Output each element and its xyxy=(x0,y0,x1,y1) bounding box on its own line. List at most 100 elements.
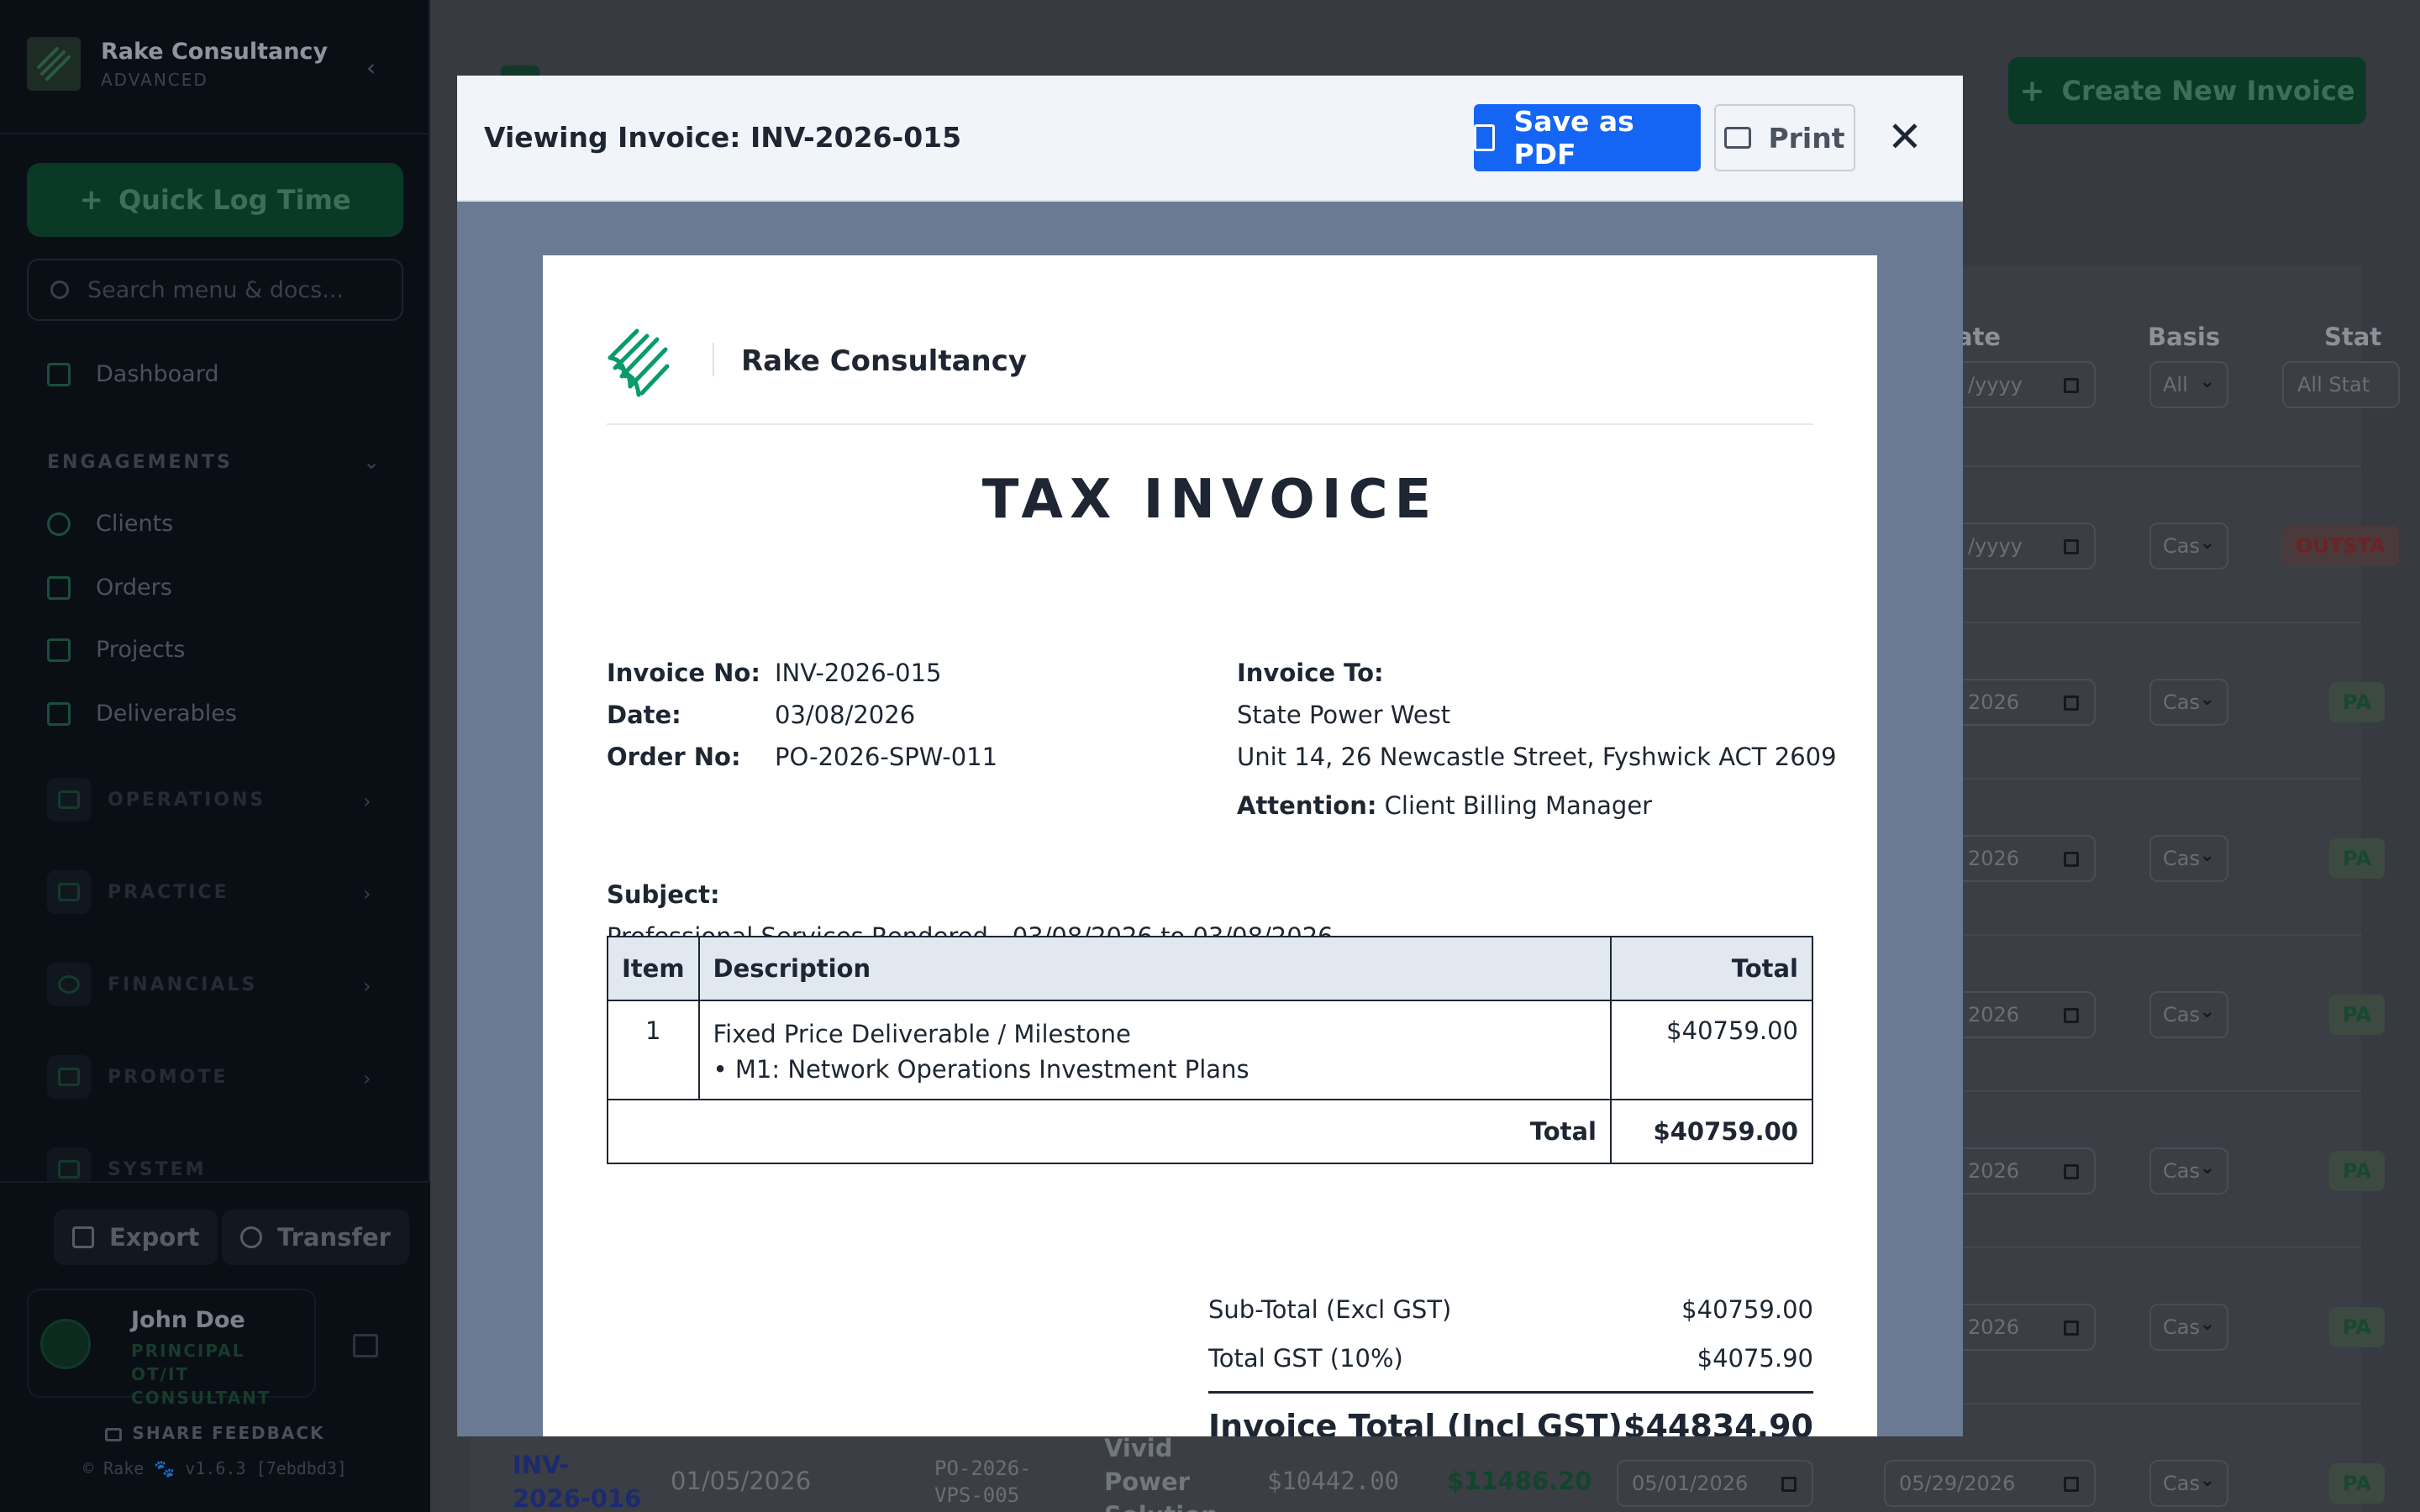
user-card[interactable]: John Doe PRINCIPAL OT/IT CONSULTANT xyxy=(27,1289,316,1408)
avatar xyxy=(40,1319,91,1369)
basis-select[interactable]: Cas ⌄ xyxy=(2149,1147,2228,1194)
basis-filter-select[interactable]: All ⌄ xyxy=(2149,361,2228,408)
subtotal-value: $40759.00 xyxy=(1681,1295,1813,1324)
basis-select[interactable]: Cas ⌄ xyxy=(2149,835,2228,882)
search-icon xyxy=(50,281,69,299)
date-value: 03/08/2026 xyxy=(775,701,916,729)
column-header-total: Total xyxy=(1610,936,1813,1001)
chevron-right-icon: › xyxy=(363,882,371,906)
plus-icon: + xyxy=(2019,73,2045,108)
brand[interactable]: Rake Consultancy ADVANCED xyxy=(27,37,328,91)
collapse-sidebar-icon[interactable]: ‹ xyxy=(366,54,376,81)
column-header-basis[interactable]: Basis xyxy=(2148,323,2220,351)
quick-log-time-button[interactable]: + Quick Log Time xyxy=(27,163,403,237)
calendar-icon xyxy=(2064,378,2079,393)
group-financials[interactable]: FINANCIALS xyxy=(47,963,257,1006)
invoice-no-label: Invoice No: xyxy=(607,659,760,687)
table-row: 1 Fixed Price Deliverable / Milestone • … xyxy=(607,1000,1813,1100)
modal-title: Viewing Invoice: INV-2026-015 xyxy=(484,121,962,154)
calendar-icon xyxy=(2064,1320,2079,1336)
sidebar-item-label: Orders xyxy=(96,575,172,601)
chevron-down-icon: ⌄ xyxy=(2199,689,2215,710)
export-button[interactable]: Export xyxy=(54,1210,218,1265)
chevron-down-icon: ⌄ xyxy=(2199,845,2215,866)
status-badge: PA xyxy=(2329,682,2385,722)
basis-select[interactable]: Cas ⌄ xyxy=(2149,1304,2228,1351)
invoice-number-link[interactable]: INV- 2026-016 xyxy=(513,1448,641,1512)
section-engagements[interactable]: ENGAGEMENTS xyxy=(47,452,233,473)
plus-icon: + xyxy=(79,183,103,217)
file-download-icon xyxy=(1474,124,1496,151)
operations-icon xyxy=(47,778,91,822)
practice-icon xyxy=(47,870,91,914)
basis-select[interactable]: Cas ⌄ xyxy=(2149,679,2228,726)
sidebar-item-deliverables[interactable]: Deliverables xyxy=(47,701,237,727)
invoice-no-value: INV-2026-015 xyxy=(775,659,942,687)
dashboard-icon xyxy=(47,362,71,386)
client-name: Vivid Power Solution xyxy=(1104,1434,1218,1512)
item-number: 1 xyxy=(607,1000,700,1100)
status-badge: PA xyxy=(2329,838,2385,879)
divider xyxy=(607,423,1813,425)
issued-date-input[interactable]: 05/01/2026 xyxy=(1617,1460,1813,1507)
grand-total-label: Invoice Total (Incl GST) xyxy=(1208,1408,1623,1436)
print-button[interactable]: Print xyxy=(1714,104,1855,171)
order-no-value: PO-2026-SPW-011 xyxy=(775,743,998,771)
sidebar-item-dashboard[interactable]: Dashboard xyxy=(47,361,218,387)
basis-select[interactable]: Cas ⌄ xyxy=(2149,522,2228,570)
basis-select[interactable]: Cas ⌄ xyxy=(2149,991,2228,1038)
invoice-document: Rake Consultancy TAX INVOICE Invoice No:… xyxy=(543,255,1877,1436)
invoice-date: 01/05/2026 xyxy=(671,1467,812,1495)
group-operations[interactable]: OPERATIONS xyxy=(47,778,266,822)
status-badge: PA xyxy=(2329,1307,2385,1347)
checklist-icon xyxy=(47,701,71,726)
gst-value: $4075.90 xyxy=(1697,1344,1813,1373)
document-title: TAX INVOICE xyxy=(981,469,1439,531)
invoice-amount: $10442.00 xyxy=(1267,1467,1400,1495)
item-description: Fixed Price Deliverable / Milestone • M1… xyxy=(697,1000,1612,1100)
share-feedback-link[interactable]: SHARE FEEDBACK xyxy=(0,1423,430,1443)
sidebar-item-projects[interactable]: Projects xyxy=(47,637,185,663)
close-icon[interactable]: ✕ xyxy=(1884,116,1926,158)
client-address: Unit 14, 26 Newcastle Street, Fyshwick A… xyxy=(1237,743,1837,771)
column-header-item: Item xyxy=(607,936,700,1001)
attention-line: Attention: Client Billing Manager xyxy=(1237,791,1653,820)
calendar-icon xyxy=(2064,1164,2079,1179)
group-practice[interactable]: PRACTICE xyxy=(47,870,229,914)
sidebar-item-clients[interactable]: Clients xyxy=(47,511,173,537)
chevron-down-icon: ⌄ xyxy=(2199,1470,2215,1491)
promote-icon xyxy=(47,1055,91,1099)
client-name: State Power West xyxy=(1237,701,1451,729)
chevron-down-icon: ⌄ xyxy=(2199,1314,2215,1335)
column-header-status[interactable]: Stat xyxy=(2324,323,2381,351)
brand-logo-icon xyxy=(27,37,81,91)
briefcase-icon xyxy=(47,638,71,662)
invoice-total: $11486.20 xyxy=(1447,1467,1592,1495)
transfer-button[interactable]: Transfer xyxy=(222,1210,409,1265)
chevron-right-icon: › xyxy=(363,1067,371,1090)
table-header-row: Item Description Total xyxy=(607,936,1813,1001)
status-filter-select[interactable]: All Stat xyxy=(2282,361,2400,408)
create-new-invoice-button[interactable]: + Create New Invoice xyxy=(2008,57,2366,124)
sidebar-item-label: Deliverables xyxy=(96,701,237,727)
share-icon xyxy=(240,1226,262,1248)
status-badge: OUTSTA xyxy=(2282,526,2399,566)
chevron-down-icon[interactable]: ⌄ xyxy=(363,450,380,474)
footer-total-label: Total xyxy=(607,1099,1612,1164)
logout-icon[interactable] xyxy=(353,1334,378,1357)
sidebar-search-input[interactable]: Search menu & docs... xyxy=(27,259,403,321)
search-placeholder: Search menu & docs... xyxy=(87,276,345,303)
save-as-pdf-button[interactable]: Save as PDF xyxy=(1474,104,1701,171)
due-date-input[interactable]: 05/29/2026 xyxy=(1884,1460,2096,1507)
grand-total-value: $44834.90 xyxy=(1623,1408,1813,1436)
download-icon xyxy=(72,1226,94,1248)
footer-total-value: $40759.00 xyxy=(1610,1099,1813,1164)
sidebar-item-orders[interactable]: Orders xyxy=(47,575,172,601)
status-badge: PA xyxy=(2329,1463,2385,1504)
column-header-description: Description xyxy=(697,936,1612,1001)
brand-tier: ADVANCED xyxy=(101,69,208,90)
basis-select[interactable]: Cas ⌄ xyxy=(2149,1460,2228,1507)
status-badge: PA xyxy=(2329,1151,2385,1191)
users-icon xyxy=(47,512,71,536)
group-promote[interactable]: PROMOTE xyxy=(47,1055,228,1099)
